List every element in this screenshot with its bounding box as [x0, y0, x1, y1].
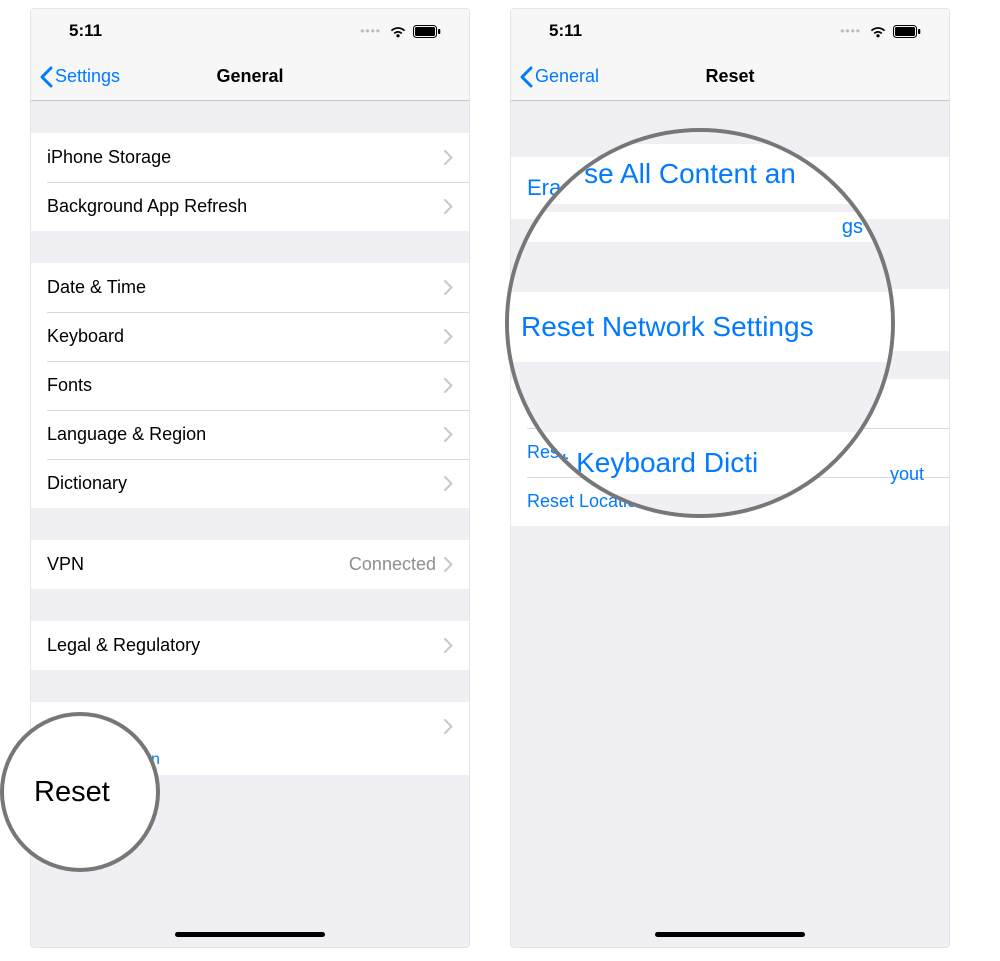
- row-reset[interactable]: Reset: [31, 702, 469, 751]
- back-label: Settings: [55, 66, 120, 87]
- home-indicator[interactable]: [655, 932, 805, 937]
- chevron-right-icon: [444, 378, 453, 393]
- battery-icon: [893, 25, 921, 38]
- row-shutdown-partial: n: [31, 751, 469, 775]
- row-keyboard[interactable]: Keyboard: [31, 312, 469, 361]
- row-reset-location-privacy[interactable]: Reset Location & Privacy: [511, 477, 949, 526]
- wifi-icon: [389, 25, 407, 38]
- chevron-right-icon: [444, 329, 453, 344]
- wifi-icon: [869, 25, 887, 38]
- layout-tail-text: yout: [890, 464, 924, 485]
- phone-general: 5:11 •••• Settings General: [30, 8, 470, 948]
- row-label: Reset Location & Privacy: [527, 491, 728, 512]
- row-label: Language & Region: [47, 424, 206, 445]
- row-label: Reset Keyboard Dictionary: [527, 393, 741, 414]
- row-legal-regulatory[interactable]: Legal & Regulatory: [31, 621, 469, 670]
- row-erase-all-content[interactable]: Erase All Content and Settings: [511, 157, 949, 219]
- content-general: iPhone Storage Background App Refresh Da…: [31, 101, 469, 947]
- row-iphone-storage[interactable]: iPhone Storage: [31, 133, 469, 182]
- chevron-left-icon: [519, 66, 533, 88]
- chevron-right-icon: [444, 199, 453, 214]
- chevron-right-icon: [444, 150, 453, 165]
- row-reset-network-settings[interactable]: Reset Network Settings: [511, 289, 949, 351]
- row-date-time[interactable]: Date & Time: [31, 263, 469, 312]
- row-label: iPhone Storage: [47, 147, 171, 168]
- row-dictionary[interactable]: Dictionary: [31, 459, 469, 508]
- row-label: Dictionary: [47, 473, 127, 494]
- chevron-right-icon: [444, 557, 453, 572]
- row-label: Reset Network Settings: [527, 307, 757, 333]
- status-time: 5:11: [549, 21, 582, 41]
- row-label: Legal & Regulatory: [47, 635, 200, 656]
- status-icons: ••••: [360, 24, 441, 38]
- row-value: Connected: [349, 554, 436, 575]
- row-label: Fonts: [47, 375, 92, 396]
- row-label: Date & Time: [47, 277, 146, 298]
- row-vpn[interactable]: VPN Connected: [31, 540, 469, 589]
- chevron-right-icon: [444, 280, 453, 295]
- status-bar: 5:11 ••••: [31, 9, 469, 53]
- nav-bar: General Reset: [511, 53, 949, 101]
- content-reset: Erase All Content and Settings Reset Net…: [511, 101, 949, 947]
- chevron-right-icon: [444, 719, 453, 734]
- home-indicator[interactable]: [175, 932, 325, 937]
- chevron-left-icon: [39, 66, 53, 88]
- row-label: Keyboard: [47, 326, 124, 347]
- status-icons: ••••: [840, 24, 921, 38]
- row-label: Reset: [47, 716, 94, 737]
- chevron-right-icon: [444, 427, 453, 442]
- cellular-dots-icon: ••••: [360, 24, 381, 38]
- back-button[interactable]: General: [519, 66, 599, 88]
- cellular-dots-icon: ••••: [840, 24, 861, 38]
- back-label: General: [535, 66, 599, 87]
- row-reset-home-layout[interactable]: Reset Home Screen Layout: [511, 428, 949, 477]
- chevron-right-icon: [444, 638, 453, 653]
- row-language-region[interactable]: Language & Region: [31, 410, 469, 459]
- row-label: Background App Refresh: [47, 196, 247, 217]
- row-reset-keyboard-dictionary[interactable]: Reset Keyboard Dictionary: [511, 379, 949, 428]
- phone-reset: 5:11 •••• General Reset: [510, 8, 950, 948]
- battery-icon: [413, 25, 441, 38]
- row-label: Reset Home Screen Layout: [527, 442, 748, 463]
- status-time: 5:11: [69, 21, 102, 41]
- nav-bar: Settings General: [31, 53, 469, 101]
- row-fonts[interactable]: Fonts: [31, 361, 469, 410]
- row-label: VPN: [47, 554, 84, 575]
- chevron-right-icon: [444, 476, 453, 491]
- back-button[interactable]: Settings: [39, 66, 120, 88]
- row-label: Erase All Content and Settings: [527, 175, 825, 201]
- row-background-app-refresh[interactable]: Background App Refresh: [31, 182, 469, 231]
- status-bar: 5:11 ••••: [511, 9, 949, 53]
